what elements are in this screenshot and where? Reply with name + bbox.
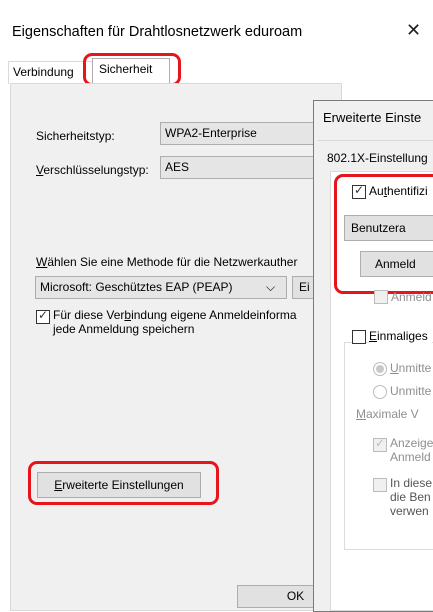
- chevron-down-icon: ⌵: [266, 280, 276, 294]
- security-type-select[interactable]: WPA2-Enterprise: [160, 122, 316, 145]
- advanced-button-highlight-annotation: [28, 461, 219, 505]
- remember-credentials-label-line2: jede Anmeldung speichern: [53, 322, 195, 336]
- auth-method-select[interactable]: Microsoft: Geschütztes EAP (PEAP) ⌵: [35, 276, 287, 299]
- show-extra-dialogs-checkbox[interactable]: ✓: [373, 436, 387, 452]
- show-extra-dialogs-label-2: Anmeld: [390, 450, 431, 464]
- radio-immediate-after[interactable]: [373, 385, 387, 399]
- auth-method-value: Microsoft: Geschütztes EAP (PEAP): [40, 280, 233, 294]
- disabled-checkbox-label: Anmeld: [391, 290, 432, 304]
- tab-highlight-annotation: [83, 53, 181, 86]
- encryption-type-select[interactable]: AES: [160, 156, 316, 179]
- method-heading: Wählen Sie eine Methode für die Netzwerk…: [36, 255, 298, 269]
- tab-8021x[interactable]: 802.1X-Einstellung: [327, 151, 428, 165]
- max-delay-label: Maximale V: [356, 407, 419, 421]
- separate-vlan-label-3: verwen: [390, 504, 429, 518]
- separate-vlan-checkbox[interactable]: [373, 478, 387, 492]
- ok-button[interactable]: OK: [237, 585, 314, 608]
- security-type-label: Sicherheitstyp:: [36, 129, 115, 143]
- radio-immediate-after-label: Unmitte: [390, 384, 432, 398]
- tab-verbindung[interactable]: Verbindung: [8, 61, 94, 84]
- checkmark-icon: ✓: [375, 436, 386, 450]
- show-extra-dialogs-label-1: Anzeige: [390, 436, 433, 450]
- encryption-type-label: Verschlüsselungstyp:: [36, 163, 149, 177]
- radio-immediate-before[interactable]: [373, 362, 387, 376]
- single-signon-label: Einmaliges: [369, 329, 432, 343]
- separate-vlan-label-1: In diese: [390, 476, 433, 490]
- window-title: Eigenschaften für Drahtlosnetzwerk eduro…: [12, 24, 303, 40]
- close-icon[interactable]: ✕: [406, 21, 421, 39]
- checkmark-icon: ✓: [38, 308, 49, 322]
- remember-credentials-checkbox[interactable]: ✓: [36, 308, 50, 324]
- separate-vlan-label-2: die Ben: [390, 490, 431, 504]
- divider: [318, 140, 433, 141]
- ok-label: OK: [286, 589, 305, 603]
- single-signon-checkbox[interactable]: [352, 330, 366, 344]
- radio-immediate-before-label: Unmitte: [390, 361, 432, 375]
- auth-group-highlight-annotation: [334, 174, 433, 294]
- remember-credentials-label: Für diese Verbindung eigene Anmeldeinfor…: [53, 308, 297, 322]
- disabled-checkbox[interactable]: [374, 290, 388, 304]
- advanced-dialog-title: Erweiterte Einste: [323, 110, 422, 125]
